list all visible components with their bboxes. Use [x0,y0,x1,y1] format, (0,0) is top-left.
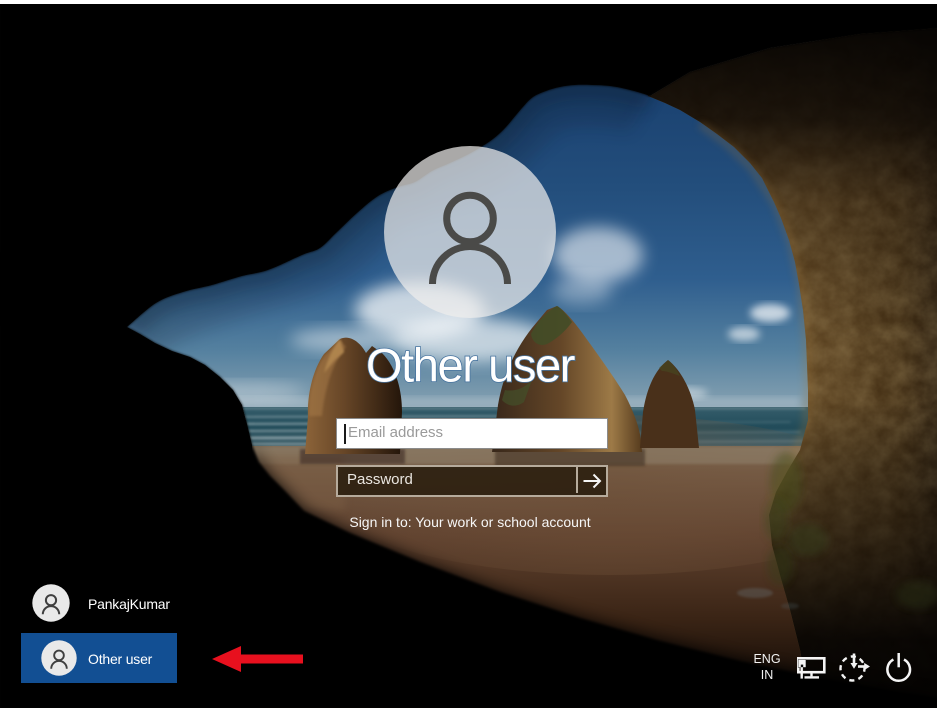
svg-text:Other user: Other user [366,339,575,392]
